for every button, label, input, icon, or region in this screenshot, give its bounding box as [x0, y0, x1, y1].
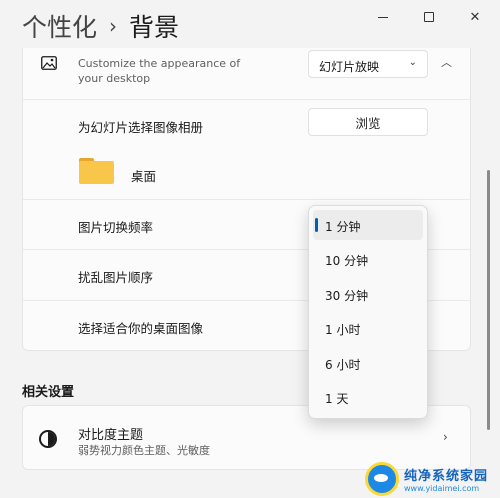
dropdown-option-label: 30 分钟 [325, 289, 369, 303]
maximize-icon [424, 12, 434, 22]
album-label: 为幻灯片选择图像相册 [78, 120, 204, 135]
watermark-url: www.yidaimei.com [404, 484, 480, 493]
watermark-logo-icon [365, 462, 399, 496]
dropdown-option[interactable]: 1 天 [313, 382, 423, 412]
background-type-select[interactable]: 幻灯片放映 ⌄ [308, 50, 428, 78]
chevron-down-icon: ⌄ [408, 57, 417, 68]
contrast-icon [39, 430, 57, 448]
dropdown-option-label: 1 小时 [325, 323, 361, 337]
dropdown-option[interactable]: 10 分钟 [313, 244, 423, 274]
watermark: 纯净系统家园 www.yidaimei.com [365, 460, 500, 498]
chevron-right-icon: › [443, 430, 448, 444]
chevron-up-icon[interactable]: ︿ [441, 54, 452, 70]
album-folder-name: 桌面 [131, 169, 157, 184]
breadcrumb-separator: › [109, 14, 118, 38]
scrollbar[interactable] [487, 170, 490, 430]
browse-button[interactable]: 浏览 [308, 108, 428, 136]
album-row: 为幻灯片选择图像相册 浏览 [23, 100, 470, 200]
fit-label: 选择适合你的桌面图像 [78, 321, 204, 336]
dropdown-option[interactable]: 30 分钟 [313, 279, 423, 309]
minimize-icon [378, 16, 388, 18]
folder-icon [79, 158, 114, 184]
contrast-title: 对比度主题 [78, 428, 144, 443]
picture-icon [41, 56, 57, 70]
close-button[interactable]: ✕ [452, 4, 498, 30]
watermark-title: 纯净系统家园 [404, 469, 489, 484]
dropdown-option-label: 6 小时 [325, 358, 361, 372]
page-title: 背景 [129, 13, 180, 42]
breadcrumb: 个性化 › 背景 [22, 8, 179, 44]
maximize-button[interactable] [406, 4, 452, 30]
shuffle-label: 扰乱图片顺序 [78, 270, 154, 285]
personalize-background-row: Customize the appearance of your desktop… [23, 48, 470, 100]
selection-indicator [315, 218, 318, 232]
interval-label: 图片切换频率 [78, 220, 154, 235]
breadcrumb-parent[interactable]: 个性化 [22, 8, 97, 44]
minimize-button[interactable] [360, 4, 406, 30]
dropdown-option-label: 1 天 [325, 392, 349, 406]
dropdown-option-label: 1 分钟 [325, 220, 361, 234]
dropdown-option[interactable]: 6 小时 [313, 348, 423, 378]
dropdown-option-label: 10 分钟 [325, 254, 369, 268]
title-bar: 个性化 › 背景 ✕ [0, 0, 500, 50]
background-description: Customize the appearance of your desktop [78, 57, 241, 85]
dropdown-option[interactable]: 1 小时 [313, 313, 423, 343]
interval-dropdown: 1 分钟 10 分钟 30 分钟 1 小时 6 小时 1 天 [308, 205, 428, 419]
related-settings-title: 相关设置 [22, 385, 75, 400]
close-icon: ✕ [469, 9, 481, 25]
dropdown-option[interactable]: 1 分钟 [313, 210, 423, 240]
background-type-value: 幻灯片放映 [319, 60, 380, 74]
contrast-description: 弱势视力颜色主题、光敏度 [78, 444, 210, 457]
